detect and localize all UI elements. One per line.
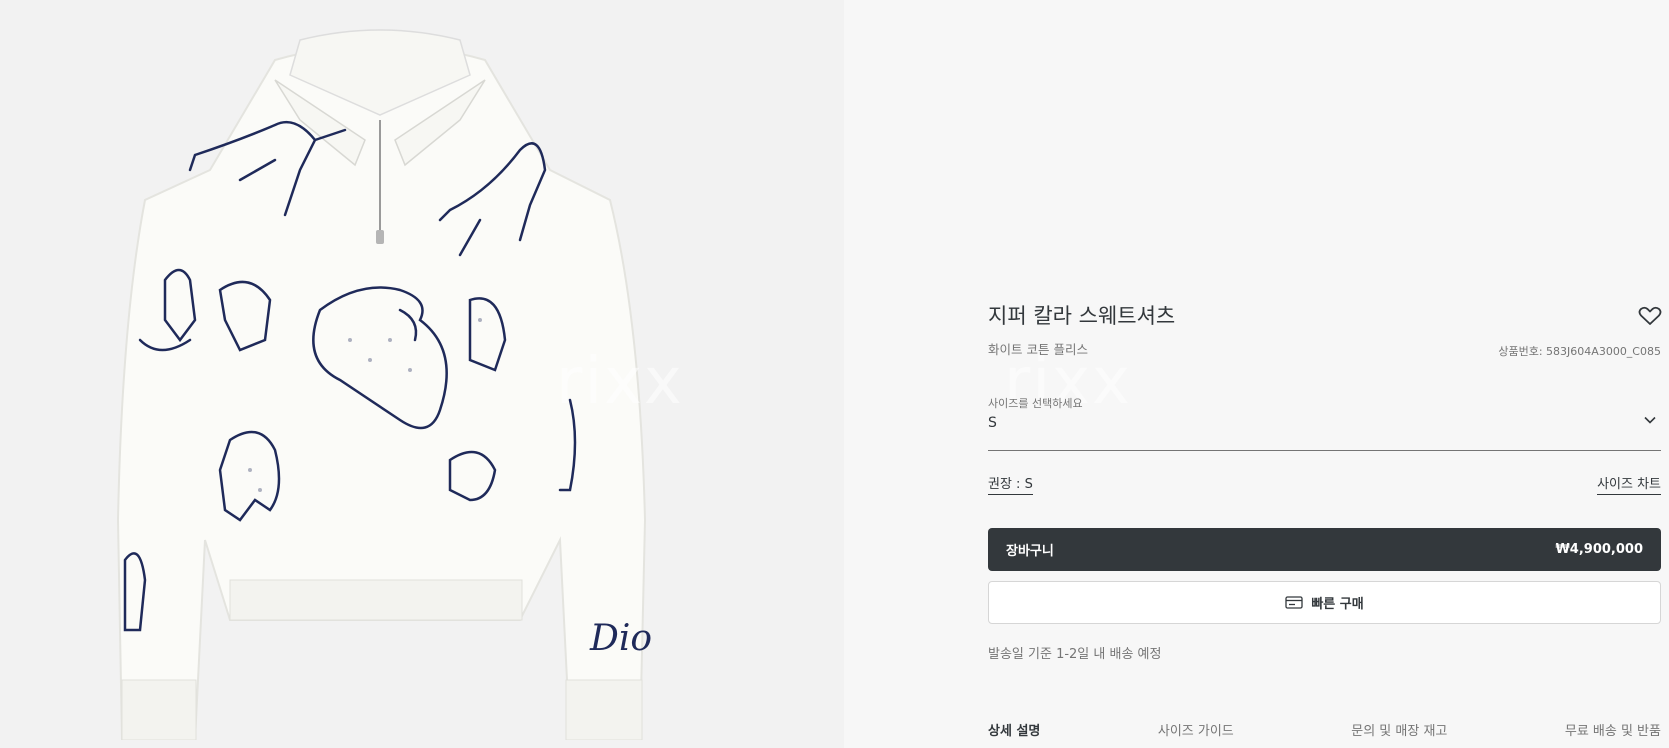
tab-description[interactable]: 상세 설명 [988,720,1040,748]
tab-inquiry-stock[interactable]: 문의 및 매장 재고 [1351,720,1447,748]
size-select-label: 사이즈를 선택하세요 [988,397,1083,410]
size-select-value: S [988,415,997,431]
detail-tabs: 상세 설명 사이즈 가이드 문의 및 매장 재고 무료 배송 및 반품 [988,720,1661,748]
tab-size-guide[interactable]: 사이즈 가이드 [1158,720,1234,748]
add-to-cart-button[interactable]: 장바구니 ₩4,900,000 [988,528,1661,571]
product-image-panel: Dio rixx [0,0,844,748]
size-chart-link[interactable]: 사이즈 차트 [1597,473,1661,495]
size-recommendation: 권장 : S [988,473,1033,495]
product-reference: 상품번호: 583J604A3000_C085 [1498,345,1661,358]
product-title: 지퍼 칼라 스웨트셔츠 [988,304,1176,328]
product-page: Dio rixx rixx 지퍼 칼라 스웨트셔츠 화이트 코튼 플리스 상품번… [0,0,1669,748]
product-details-panel: rixx [844,0,1669,748]
size-select[interactable]: 사이즈를 선택하세요 S [988,395,1661,451]
quick-buy-label: 빠른 구매 [1311,597,1364,612]
shipping-note: 발송일 기준 1-2일 내 배송 예정 [988,647,1162,662]
quick-buy-button[interactable]: 빠른 구매 [988,581,1661,624]
heart-icon[interactable] [1638,306,1662,326]
brand-script-text: Dio [589,618,652,659]
card-icon [1285,596,1303,609]
chevron-down-icon [1644,416,1656,424]
product-image: Dio [116,29,652,740]
price: ₩4,900,000 [1555,542,1643,557]
add-to-cart-label: 장바구니 [1006,544,1054,559]
product-subtitle: 화이트 코튼 플리스 [988,342,1088,357]
tab-free-shipping-returns[interactable]: 무료 배송 및 반품 [1565,720,1661,748]
